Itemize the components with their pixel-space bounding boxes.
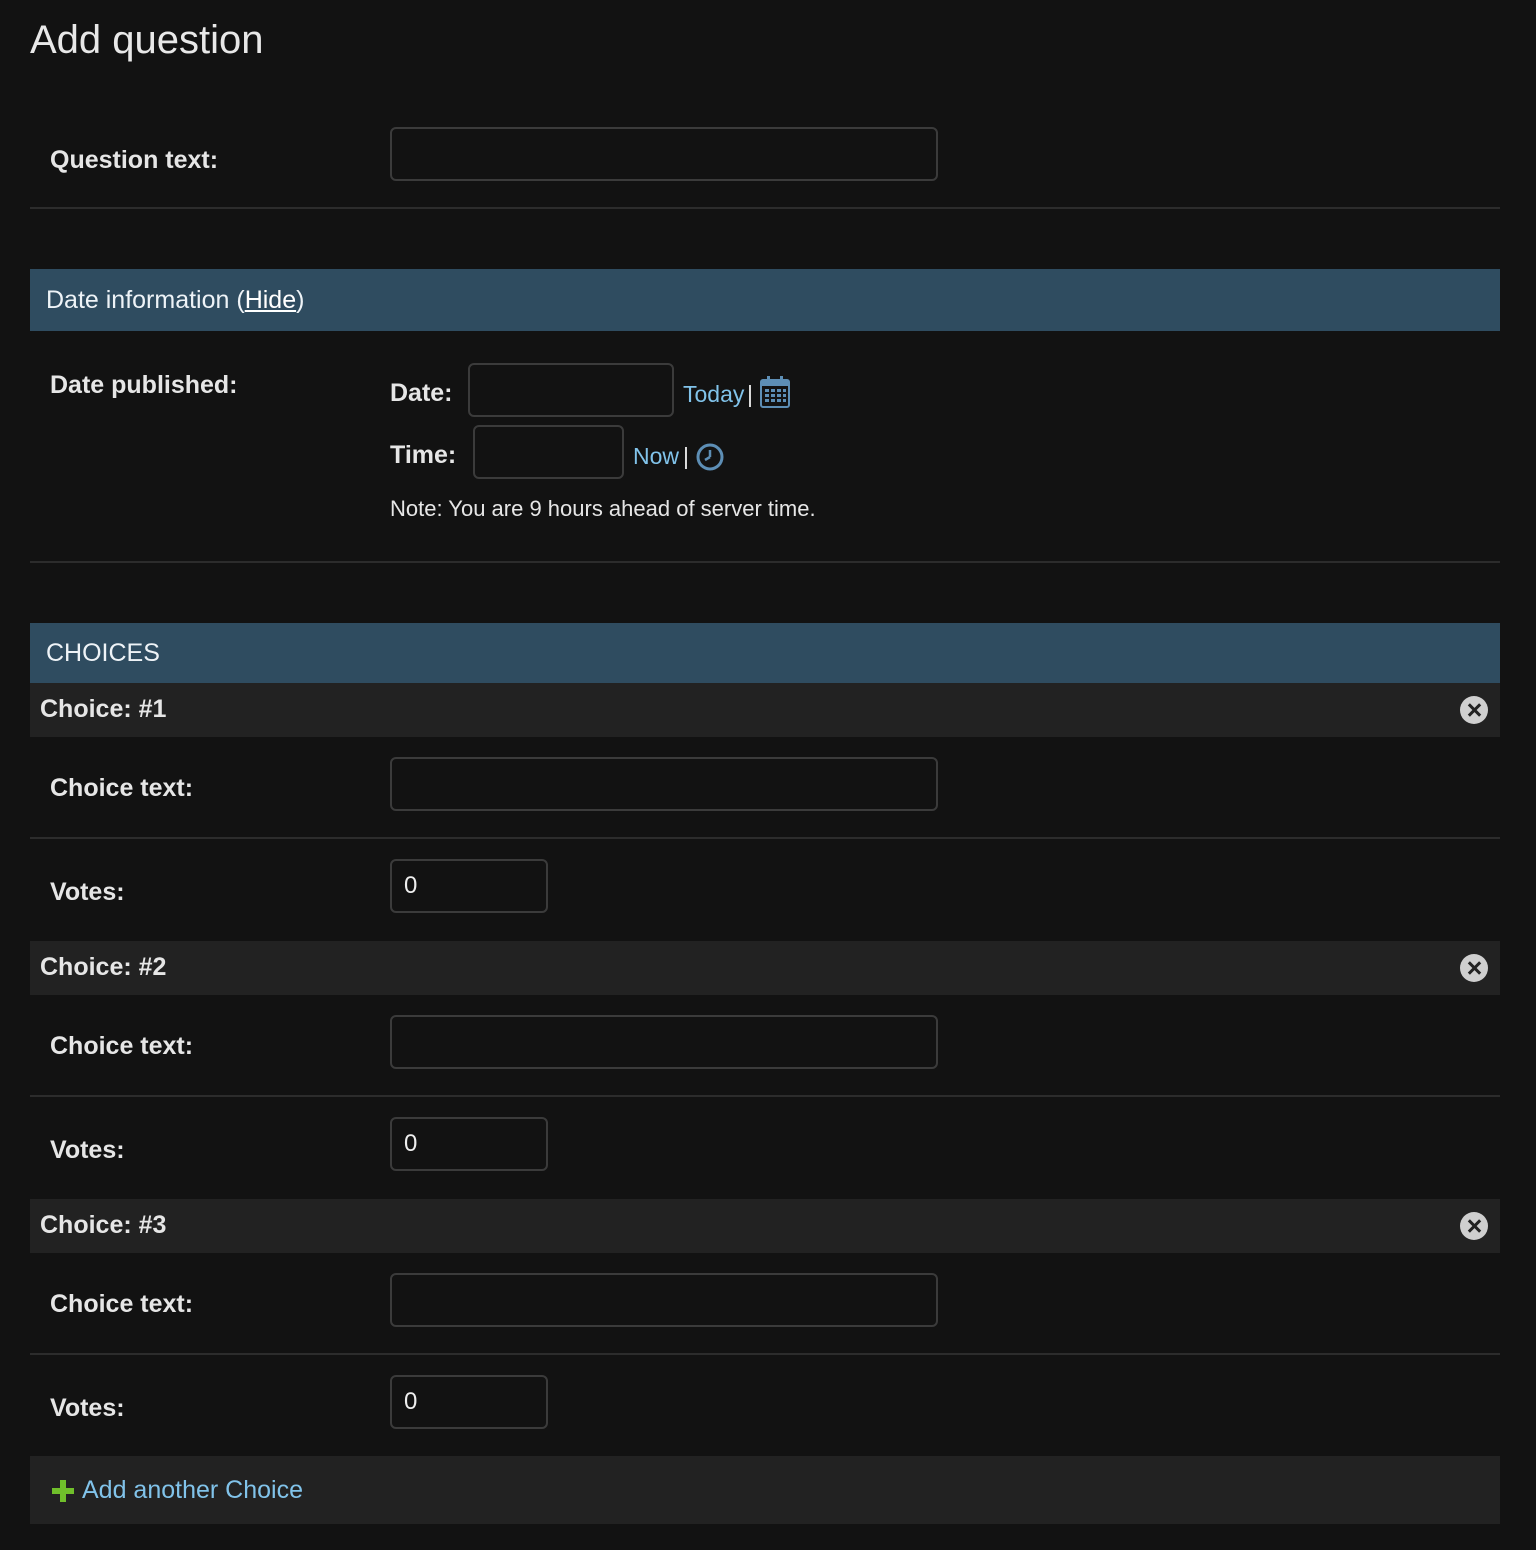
date-information-header: Date information (Hide) bbox=[30, 269, 1500, 331]
choice-1-text-label: Choice text: bbox=[50, 774, 194, 802]
question-text-row: Question text: bbox=[30, 96, 1500, 209]
date-published-label: Date published: bbox=[50, 371, 238, 399]
choice-2-votes-row: Votes: bbox=[30, 1097, 1500, 1198]
date-label: Date: bbox=[390, 379, 453, 407]
date-information-title-suffix: ) bbox=[296, 286, 305, 314]
date-published-row: Date published: Date: Today | Time: Now … bbox=[30, 331, 1500, 563]
choice-2-text-input[interactable] bbox=[390, 1015, 938, 1069]
choice-2-votes-input[interactable] bbox=[390, 1117, 548, 1171]
add-question-page: Add question Question text: Date informa… bbox=[0, 0, 1536, 1550]
delete-choice-3-icon[interactable] bbox=[1460, 1212, 1488, 1240]
choice-1-votes-label: Votes: bbox=[50, 878, 125, 906]
choice-1-text-row: Choice text: bbox=[30, 737, 1500, 839]
delete-choice-2-icon[interactable] bbox=[1460, 954, 1488, 982]
choice-2-votes-label: Votes: bbox=[50, 1136, 125, 1164]
choice-3-votes-row: Votes: bbox=[30, 1355, 1500, 1455]
date-shortcut-separator: | bbox=[747, 381, 753, 407]
choice-1-votes-row: Votes: bbox=[30, 839, 1500, 940]
choice-3-text-row: Choice text: bbox=[30, 1253, 1500, 1355]
choice-3-votes-input[interactable] bbox=[390, 1375, 548, 1429]
add-another-choice-link[interactable]: Add another Choice bbox=[82, 1476, 303, 1505]
time-shortcut-separator: | bbox=[683, 443, 689, 469]
question-text-input[interactable] bbox=[390, 127, 938, 181]
choice-2-title: Choice: #2 bbox=[40, 953, 167, 981]
choice-1-header: Choice: #1 bbox=[30, 683, 1500, 737]
date-information-title: Date information ( bbox=[46, 286, 245, 314]
today-link[interactable]: Today bbox=[683, 381, 744, 408]
choice-3-header: Choice: #3 bbox=[30, 1199, 1500, 1253]
choice-1-text-input[interactable] bbox=[390, 757, 938, 811]
choice-3-text-label: Choice text: bbox=[50, 1290, 194, 1318]
plus-icon[interactable] bbox=[52, 1480, 74, 1502]
add-another-choice-row: Add another Choice bbox=[30, 1456, 1500, 1524]
choices-header: CHOICES bbox=[30, 623, 1500, 683]
time-label: Time: bbox=[390, 441, 457, 469]
timezone-note: Note: You are 9 hours ahead of server ti… bbox=[390, 496, 816, 521]
choice-1-title: Choice: #1 bbox=[40, 695, 167, 723]
choice-3-votes-label: Votes: bbox=[50, 1394, 125, 1422]
calendar-icon[interactable] bbox=[760, 376, 790, 408]
question-text-label: Question text: bbox=[50, 146, 219, 174]
date-input[interactable] bbox=[468, 363, 674, 417]
choices-title: CHOICES bbox=[46, 639, 160, 667]
hide-date-section-link[interactable]: Hide bbox=[245, 286, 296, 314]
now-link[interactable]: Now bbox=[633, 443, 679, 470]
clock-icon[interactable] bbox=[695, 442, 725, 472]
choice-1-votes-input[interactable] bbox=[390, 859, 548, 913]
time-input[interactable] bbox=[473, 425, 624, 479]
choice-2-text-row: Choice text: bbox=[30, 995, 1500, 1097]
choice-2-text-label: Choice text: bbox=[50, 1032, 194, 1060]
choice-3-text-input[interactable] bbox=[390, 1273, 938, 1327]
choice-3-title: Choice: #3 bbox=[40, 1211, 167, 1239]
page-title: Add question bbox=[30, 18, 264, 62]
choice-2-header: Choice: #2 bbox=[30, 941, 1500, 995]
delete-choice-1-icon[interactable] bbox=[1460, 696, 1488, 724]
